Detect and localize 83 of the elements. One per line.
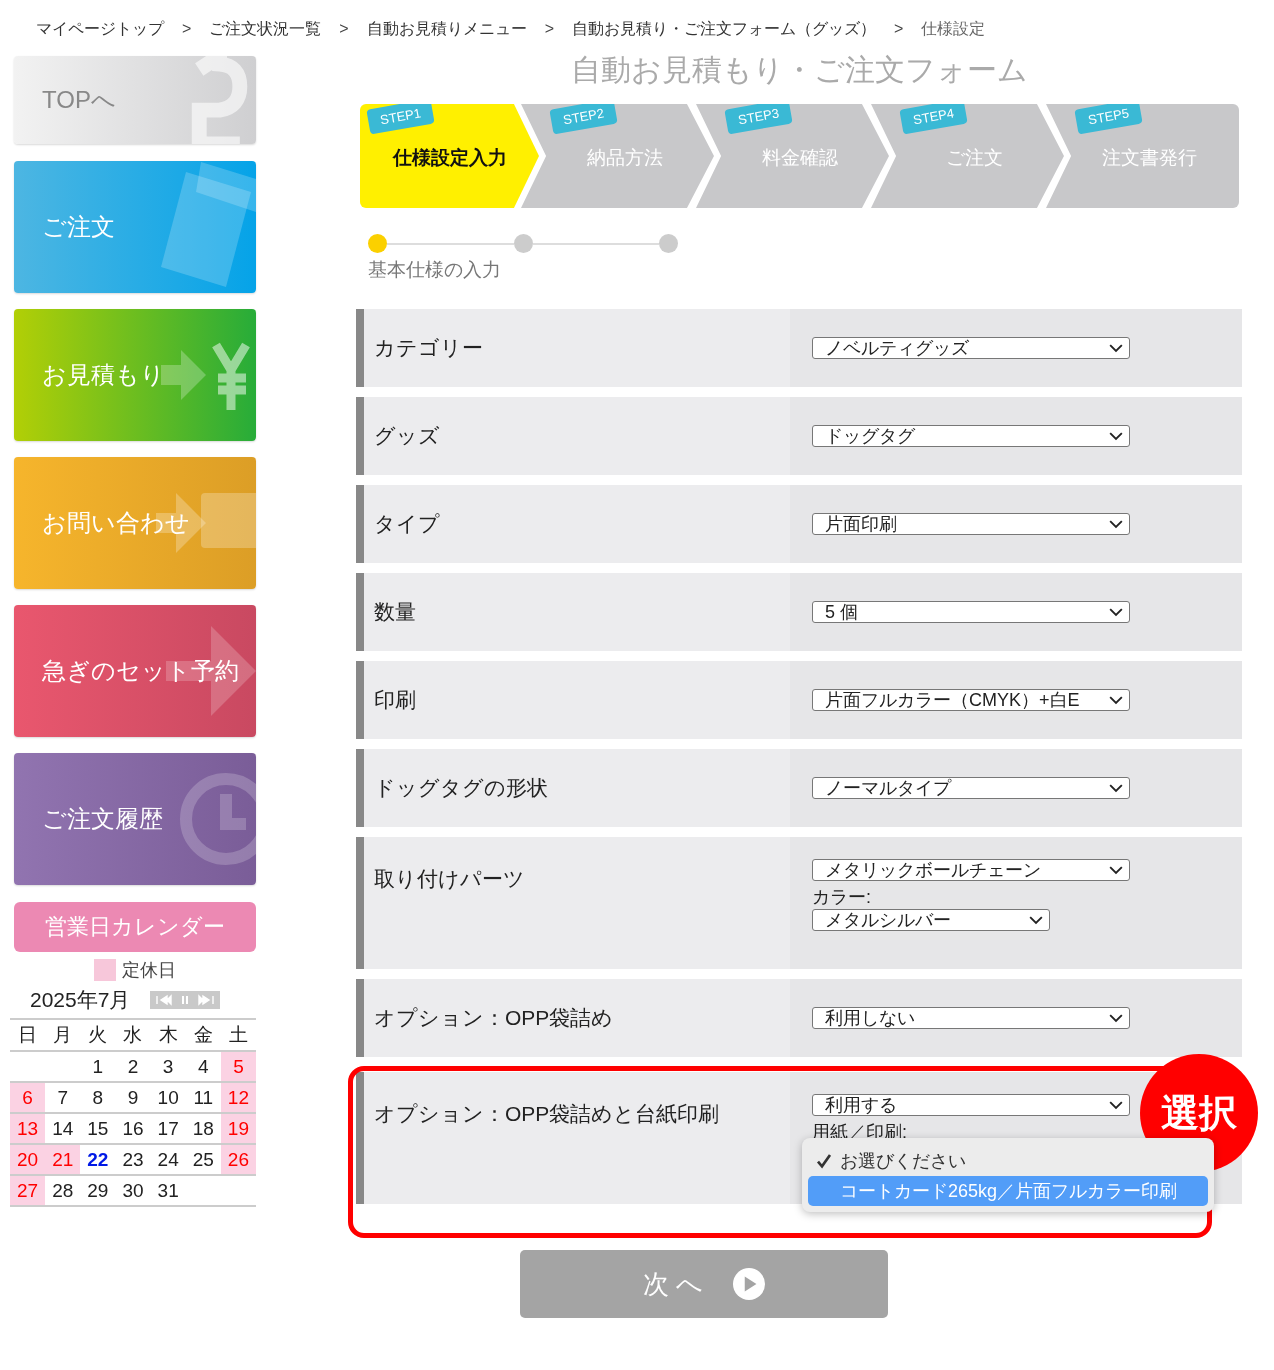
calendar-day: 1	[80, 1051, 116, 1082]
legend-label: 定休日	[122, 959, 176, 982]
previous-month-icon[interactable]	[153, 992, 174, 1008]
chevron-down-icon	[1109, 695, 1123, 705]
calendar-day: 29	[80, 1175, 116, 1206]
select-field[interactable]: 片面フルカラー（CMYK）+白E	[812, 689, 1130, 711]
weekday-header: 火	[80, 1019, 116, 1051]
calendar-day: 21	[45, 1144, 81, 1175]
calendar-day: 10	[150, 1082, 186, 1113]
calendar-day: 9	[115, 1082, 151, 1113]
weekday-header: 月	[45, 1019, 81, 1051]
progress-label: 基本仕様の入力	[368, 258, 502, 282]
calendar-day: 30	[115, 1175, 151, 1206]
calendar-day: 8	[80, 1082, 116, 1113]
breadcrumb-link[interactable]: 自動お見積りメニュー	[366, 18, 527, 40]
calendar-day: 22	[80, 1144, 116, 1175]
calendar-day: 28	[45, 1175, 81, 1206]
breadcrumb-link[interactable]: ご注文状況一覧	[209, 18, 322, 40]
select-field[interactable]: ドッグタグ	[812, 425, 1130, 447]
chevron-down-icon	[1109, 1100, 1123, 1110]
calendar-day: 19	[220, 1113, 256, 1144]
field-label: オプション：OPP袋詰めと台紙印刷	[364, 1072, 790, 1204]
breadcrumb-current: 仕様設定	[921, 18, 986, 39]
weekday-header: 水	[115, 1019, 151, 1051]
page-heading: 自動お見積もり・ご注文フォーム	[569, 52, 1029, 88]
breadcrumb-separator: >	[339, 20, 349, 38]
chevron-down-icon	[1109, 343, 1123, 353]
calendar-title: 営業日カレンダー	[14, 902, 256, 952]
weekday-header: 土	[220, 1019, 256, 1051]
weekday-header: 金	[185, 1019, 221, 1051]
field-label: グッズ	[364, 397, 790, 475]
calendar-day: 15	[80, 1113, 116, 1144]
select-field[interactable]: ノーマルタイプ	[812, 777, 1130, 799]
field-label: タイプ	[364, 485, 790, 563]
calendar-day: 24	[150, 1144, 186, 1175]
calendar-day: 3	[150, 1051, 186, 1082]
select-field[interactable]: ノベルティグッズ	[812, 337, 1130, 359]
chevron-down-icon	[1109, 865, 1123, 875]
sidebar-button[interactable]: ご注文履歴	[14, 753, 256, 885]
calendar-day: 12	[220, 1082, 256, 1113]
check-icon	[816, 1153, 832, 1169]
chevron-down-icon	[1109, 519, 1123, 529]
select-field[interactable]: メタリックボールチェーン	[812, 859, 1130, 881]
chevron-down-icon	[1109, 1013, 1123, 1023]
play-icon	[733, 1268, 766, 1300]
weekday-header: 木	[150, 1019, 186, 1051]
chevron-down-icon	[1109, 431, 1123, 441]
field-label: 印刷	[364, 661, 790, 739]
field-label: オプション：OPP袋詰め	[364, 979, 790, 1057]
field-label: 取り付けパーツ	[364, 837, 790, 969]
chevron-down-icon	[1029, 915, 1043, 925]
select-field[interactable]: 片面印刷	[812, 513, 1130, 535]
calendar-day: 26	[220, 1144, 256, 1175]
calendar-day: 16	[115, 1113, 151, 1144]
field-label: カテゴリー	[364, 309, 790, 387]
field-label: ドッグタグの形状	[364, 749, 790, 827]
select-field[interactable]: メタルシルバー	[812, 909, 1050, 931]
sidebar-button[interactable]: 急ぎのセット予約	[14, 605, 256, 737]
chevron-down-icon	[1109, 783, 1123, 793]
calendar-day: 20	[10, 1144, 46, 1175]
select-field[interactable]: 5 個	[812, 601, 1130, 623]
calendar-day: 23	[115, 1144, 151, 1175]
calendar-day: 6	[10, 1082, 46, 1113]
holiday-swatch	[94, 959, 116, 981]
sub-label: カラー:	[812, 886, 871, 909]
breadcrumb-separator: >	[894, 20, 904, 38]
calendar-month: 2025年7月	[30, 987, 131, 1013]
chevron-down-icon	[1109, 607, 1123, 617]
calendar-day: 17	[150, 1113, 186, 1144]
calendar-day: 7	[45, 1082, 81, 1113]
calendar-day: 5	[220, 1051, 256, 1082]
calendar-day: 2	[115, 1051, 151, 1082]
breadcrumb-separator: >	[182, 20, 192, 38]
select-field[interactable]: 利用しない	[812, 1007, 1130, 1029]
breadcrumb-separator: >	[544, 20, 555, 38]
calendar-day: 27	[10, 1175, 46, 1206]
breadcrumb-link[interactable]: 自動お見積り・ご注文フォーム（グッズ）	[572, 18, 877, 40]
calendar-day: 31	[150, 1175, 186, 1206]
weekday-header: 日	[10, 1019, 46, 1051]
breadcrumb-link[interactable]: マイページトップ	[36, 18, 164, 40]
field-label: 数量	[364, 573, 790, 651]
calendar-day: 13	[10, 1113, 46, 1144]
select-field[interactable]: 利用する	[812, 1094, 1130, 1116]
